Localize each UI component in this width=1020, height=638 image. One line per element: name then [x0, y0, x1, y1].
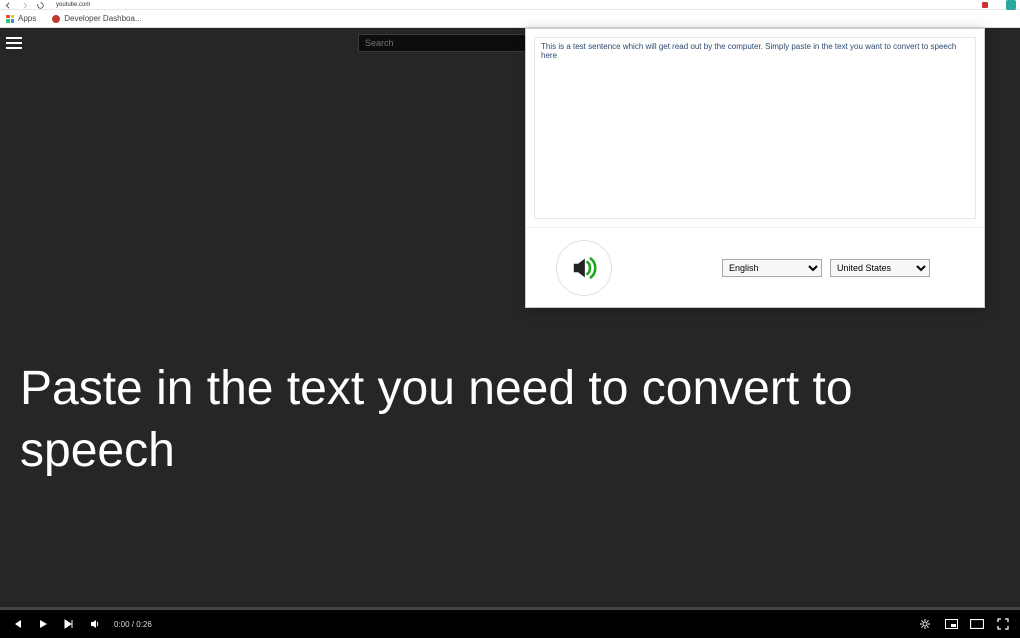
apps-grid-icon: [6, 15, 14, 23]
address-bar[interactable]: youtube.com: [52, 2, 974, 8]
video-controls: 0:00 / 0:26: [0, 610, 1020, 638]
bookmark-apps[interactable]: Apps: [6, 14, 36, 23]
bookmark-developer-dashboard[interactable]: Developer Dashboa...: [52, 14, 141, 23]
next-button[interactable]: [62, 617, 76, 631]
speak-button[interactable]: [556, 240, 612, 296]
tts-text-input[interactable]: [534, 37, 976, 219]
search-input[interactable]: [358, 34, 538, 52]
video-stage: Paste in the text you need to convert to…: [0, 28, 1020, 638]
back-button[interactable]: [4, 1, 12, 9]
extension-badge-icon[interactable]: [982, 2, 988, 8]
theater-button[interactable]: [970, 617, 984, 631]
play-button[interactable]: [36, 617, 50, 631]
fullscreen-button[interactable]: [996, 617, 1010, 631]
bookmark-label: Apps: [18, 14, 36, 23]
tts-popup-footer: English United States: [526, 227, 984, 307]
previous-button[interactable]: [10, 617, 24, 631]
settings-button[interactable]: [918, 617, 932, 631]
tts-extension-icon[interactable]: [1006, 0, 1016, 10]
bookmark-bar: Apps Developer Dashboa...: [0, 10, 1020, 28]
language-select[interactable]: English: [722, 259, 822, 277]
bookmark-label: Developer Dashboa...: [64, 14, 141, 23]
hamburger-menu-button[interactable]: [6, 32, 28, 54]
forward-button[interactable]: [20, 1, 28, 9]
tts-popup: English United States: [525, 28, 985, 308]
bookmark-favicon: [52, 15, 60, 23]
region-select[interactable]: United States: [830, 259, 930, 277]
time-display: 0:00 / 0:26: [114, 620, 152, 629]
reload-button[interactable]: [36, 1, 44, 9]
generic-icon: [994, 2, 1000, 8]
browser-toolbar: youtube.com: [0, 0, 1020, 10]
video-caption-text: Paste in the text you need to convert to…: [20, 358, 980, 483]
speaker-icon: [567, 251, 601, 285]
miniplayer-button[interactable]: [944, 617, 958, 631]
volume-button[interactable]: [88, 617, 102, 631]
